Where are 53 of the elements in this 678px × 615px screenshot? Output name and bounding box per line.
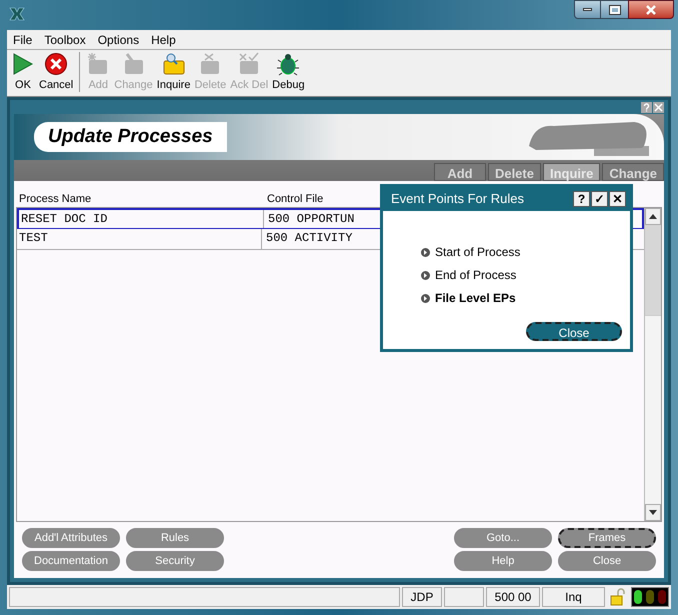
dialog-title-button[interactable]: ✕ [609,191,626,207]
menu-item[interactable]: File [13,30,32,48]
table-cell: RESET DOC ID [19,210,264,228]
status-field: JDP [402,587,442,607]
toolbar-button[interactable]: Cancel [39,52,74,93]
column-header: Control File [266,192,324,206]
table-cell-text: 500 OPPORTUN [267,211,354,228]
action-button[interactable]: Goto... [454,528,552,548]
folder-check-icon [237,52,262,76]
close-button[interactable]: Close [526,322,622,341]
toolbar-button[interactable]: Inquire [156,52,190,93]
bullet-icon [421,294,430,302]
scroll-down-button[interactable] [645,504,661,521]
menu-item[interactable]: Options [98,30,140,48]
table-cell: TEST [17,229,262,249]
column-header: Process Name [18,192,92,206]
action-button[interactable]: Security [126,551,224,571]
folder-search-icon [162,52,186,76]
status-field: 500 00 [486,587,540,607]
minimize-button[interactable] [574,0,601,19]
app-logo-icon [9,7,25,21]
menu-item[interactable]: Toolbox [44,30,86,48]
cancel-icon [44,52,68,76]
action-button[interactable]: Add'l Attributes [22,528,120,548]
up-arrow-icon [649,214,657,219]
close-icon [645,4,657,14]
status-field: Inq [542,587,605,607]
status-field [444,587,484,607]
option-link[interactable]: File Level EPs [435,289,516,307]
scroll-thumb[interactable] [645,225,661,315]
bullet-icon [421,248,430,256]
action-button[interactable]: Help [454,551,552,571]
close-button[interactable] [628,0,674,19]
dialog-title-button[interactable]: ? [573,191,590,207]
menu-item[interactable]: Help [151,30,176,48]
panel-title: Update Processes [34,122,227,152]
action-button[interactable]: Frames [558,528,656,548]
option-link[interactable]: End of Process [435,266,516,284]
scroll-up-button[interactable] [645,208,661,225]
action-button[interactable]: Rules [126,528,224,548]
toolbar-button[interactable]: OK [11,52,35,93]
bug-icon [276,52,300,76]
maximize-button[interactable] [601,0,628,19]
action-button[interactable]: Documentation [22,551,120,571]
scrollbar[interactable] [644,208,661,521]
dialog-title: Event Points For Rules [391,190,524,208]
status-lights-icon [631,587,669,607]
dialog-title-button[interactable]: ✓ [591,191,608,207]
action-button[interactable]: Close [558,551,656,571]
table-cell-text: 500 ACTIVITY [265,230,352,247]
toolbar-button[interactable]: Debug [272,52,305,93]
down-arrow-icon [649,510,657,515]
bullet-icon [421,270,430,280]
